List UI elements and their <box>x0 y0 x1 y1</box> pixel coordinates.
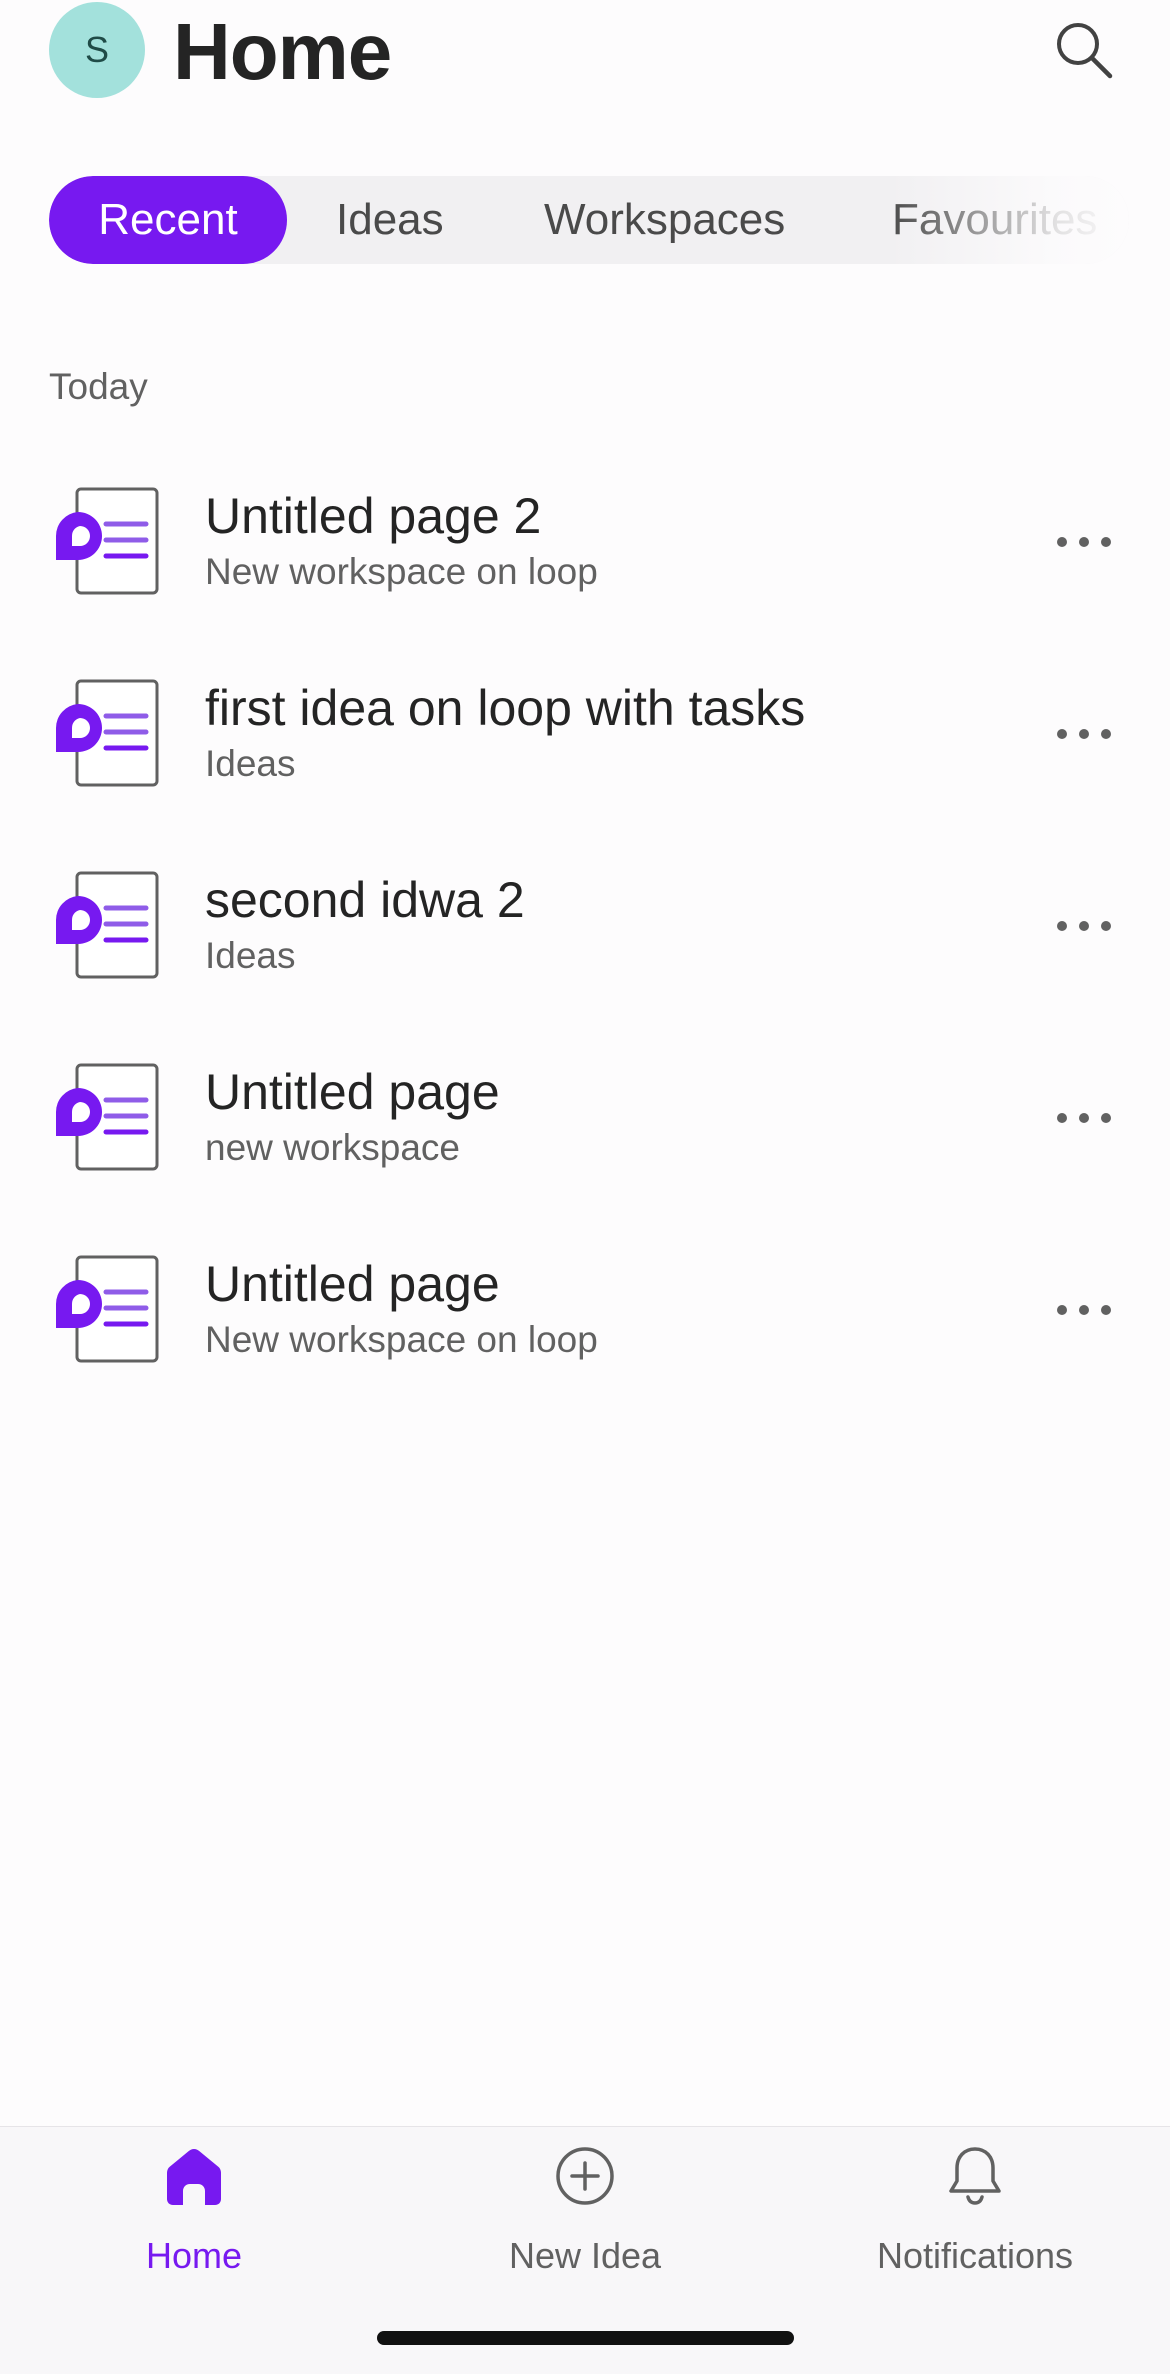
more-options-button[interactable] <box>1052 1090 1116 1146</box>
item-title: Untitled page 2 <box>205 488 542 544</box>
bell-icon <box>949 2147 1001 2205</box>
home-screen: S Home Recent Ideas Workspaces Favourite… <box>0 0 1170 2374</box>
nav-notifications[interactable]: Notifications <box>825 2127 1125 2276</box>
more-horizontal-icon <box>1057 921 1111 931</box>
item-subtitle: Ideas <box>205 935 296 976</box>
list-item[interactable]: first idea on loop with tasks Ideas <box>0 636 1170 828</box>
loop-page-icon <box>55 1063 159 1171</box>
nav-home[interactable]: Home <box>44 2127 344 2276</box>
item-title: Untitled page <box>205 1256 500 1312</box>
loop-page-icon <box>55 679 159 787</box>
tab-workspaces[interactable]: Workspaces <box>544 176 785 264</box>
more-options-button[interactable] <box>1052 706 1116 762</box>
recent-list: Untitled page 2 New workspace on loop fi… <box>0 444 1170 1404</box>
section-label-today: Today <box>49 366 148 407</box>
list-item[interactable]: Untitled page 2 New workspace on loop <box>0 444 1170 636</box>
avatar[interactable]: S <box>49 2 145 98</box>
tab-ideas[interactable]: Ideas <box>336 176 444 264</box>
more-horizontal-icon <box>1057 1305 1111 1315</box>
search-button[interactable] <box>1050 16 1118 84</box>
item-subtitle: new workspace <box>205 1127 461 1168</box>
item-title: second idwa 2 <box>205 872 525 928</box>
item-subtitle: Ideas <box>205 743 296 784</box>
tab-ideas-label: Ideas <box>336 195 444 244</box>
list-item[interactable]: Untitled page new workspace <box>0 1020 1170 1212</box>
tab-favourites[interactable]: Favourites <box>892 176 1097 264</box>
item-subtitle: New workspace on loop <box>205 1319 598 1360</box>
more-options-button[interactable] <box>1052 514 1116 570</box>
nav-new-idea-label: New Idea <box>508 2235 662 2276</box>
tab-recent-label: Recent <box>98 195 238 244</box>
list-item[interactable]: second idwa 2 Ideas <box>0 828 1170 1020</box>
more-horizontal-icon <box>1057 1113 1111 1123</box>
nav-new-idea[interactable]: New Idea <box>435 2127 735 2276</box>
more-horizontal-icon <box>1057 537 1111 547</box>
filter-tabs: Recent Ideas Workspaces Favourites <box>49 176 1129 264</box>
add-circle-icon <box>556 2147 614 2205</box>
loop-page-icon <box>55 871 159 979</box>
search-icon <box>1057 23 1113 79</box>
item-subtitle: New workspace on loop <box>205 551 598 592</box>
more-options-button[interactable] <box>1052 898 1116 954</box>
loop-page-icon <box>55 487 159 595</box>
home-indicator[interactable] <box>377 2331 794 2345</box>
list-item[interactable]: Untitled page New workspace on loop <box>0 1212 1170 1404</box>
avatar-initial: S <box>84 29 109 70</box>
more-options-button[interactable] <box>1052 1282 1116 1338</box>
page-title: Home <box>173 7 392 96</box>
loop-page-icon <box>55 1255 159 1363</box>
tab-recent[interactable]: Recent <box>49 176 287 264</box>
tab-favourites-label: Favourites <box>892 195 1098 244</box>
more-horizontal-icon <box>1057 729 1111 739</box>
header: S Home <box>0 0 1170 110</box>
nav-home-label: Home <box>145 2235 243 2276</box>
nav-notifications-label: Notifications <box>876 2235 1074 2276</box>
item-title: Untitled page <box>205 1064 500 1120</box>
item-title: first idea on loop with tasks <box>205 680 806 736</box>
tab-workspaces-label: Workspaces <box>544 195 786 244</box>
home-icon <box>167 2149 221 2205</box>
